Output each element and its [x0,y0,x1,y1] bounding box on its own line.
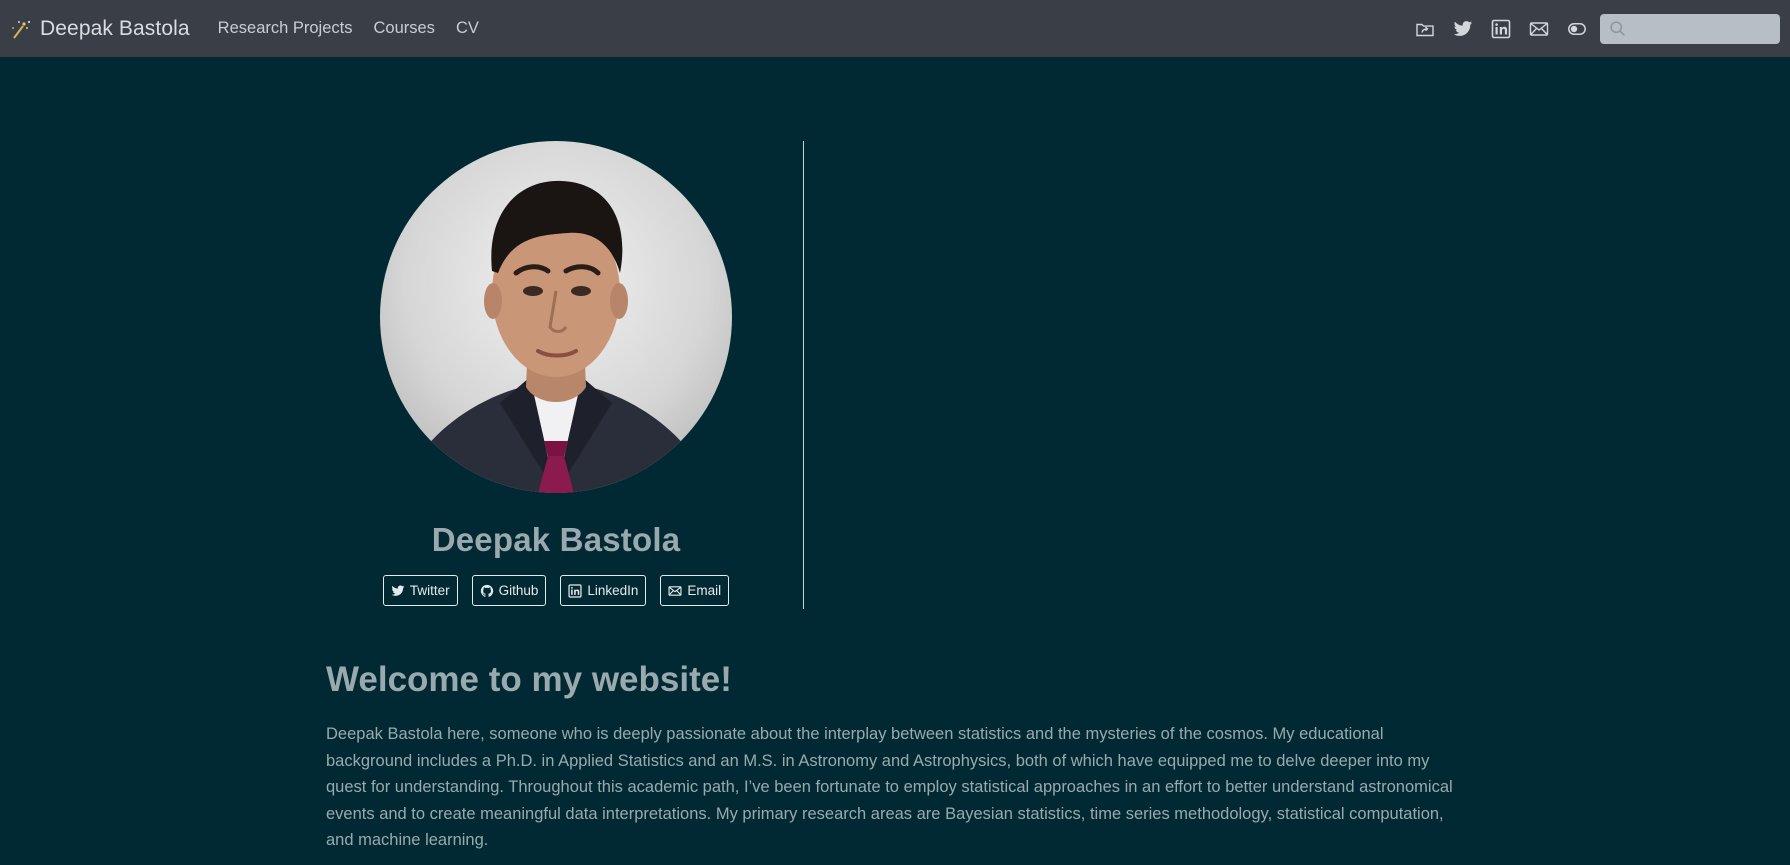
brand-title: Deepak Bastola [40,16,190,40]
github-icon [480,584,493,597]
profile-name: Deepak Bastola [431,521,681,558]
wand-logo-icon [12,20,31,39]
folder-share-icon[interactable] [1406,14,1444,44]
nav-link-courses[interactable]: Courses [373,19,434,38]
envelope-icon [668,585,682,596]
theme-toggle-icon[interactable] [1558,14,1596,44]
nav-links: Research Projects Courses CV [218,19,500,38]
vertical-divider [803,141,804,609]
envelope-icon[interactable] [1520,14,1558,44]
search-box[interactable] [1600,13,1780,44]
nav-link-research-projects[interactable]: Research Projects [218,19,353,38]
brand-link[interactable]: Deepak Bastola [10,17,190,41]
github-button-label: Github [498,583,539,598]
github-button[interactable]: Github [471,575,547,606]
linkedin-icon [568,583,582,598]
search-icon [1610,21,1625,36]
intro-paragraph: Deepak Bastola here, someone who is deep… [326,725,1453,850]
linkedin-button[interactable]: LinkedIn [560,575,647,606]
twitter-icon [391,584,405,596]
welcome-heading: Welcome to my website! [326,660,732,699]
profile-links: Twitter Github LinkedIn Email [382,575,730,606]
linkedin-icon[interactable] [1482,14,1520,44]
search-input[interactable] [1632,14,1772,43]
email-button-label: Email [687,583,722,598]
profile-card: Deepak Bastola Twitter Github LinkedIn E… [326,141,786,606]
profile-photo [380,141,732,493]
twitter-icon[interactable] [1444,14,1482,44]
linkedin-button-label: LinkedIn [587,583,639,598]
nav-tools [1406,13,1780,44]
top-navbar: Deepak Bastola Research Projects Courses… [0,0,1790,57]
nav-link-cv[interactable]: CV [456,19,479,38]
twitter-button[interactable]: Twitter [382,575,458,606]
email-button[interactable]: Email [660,575,730,606]
twitter-button-label: Twitter [409,583,450,598]
